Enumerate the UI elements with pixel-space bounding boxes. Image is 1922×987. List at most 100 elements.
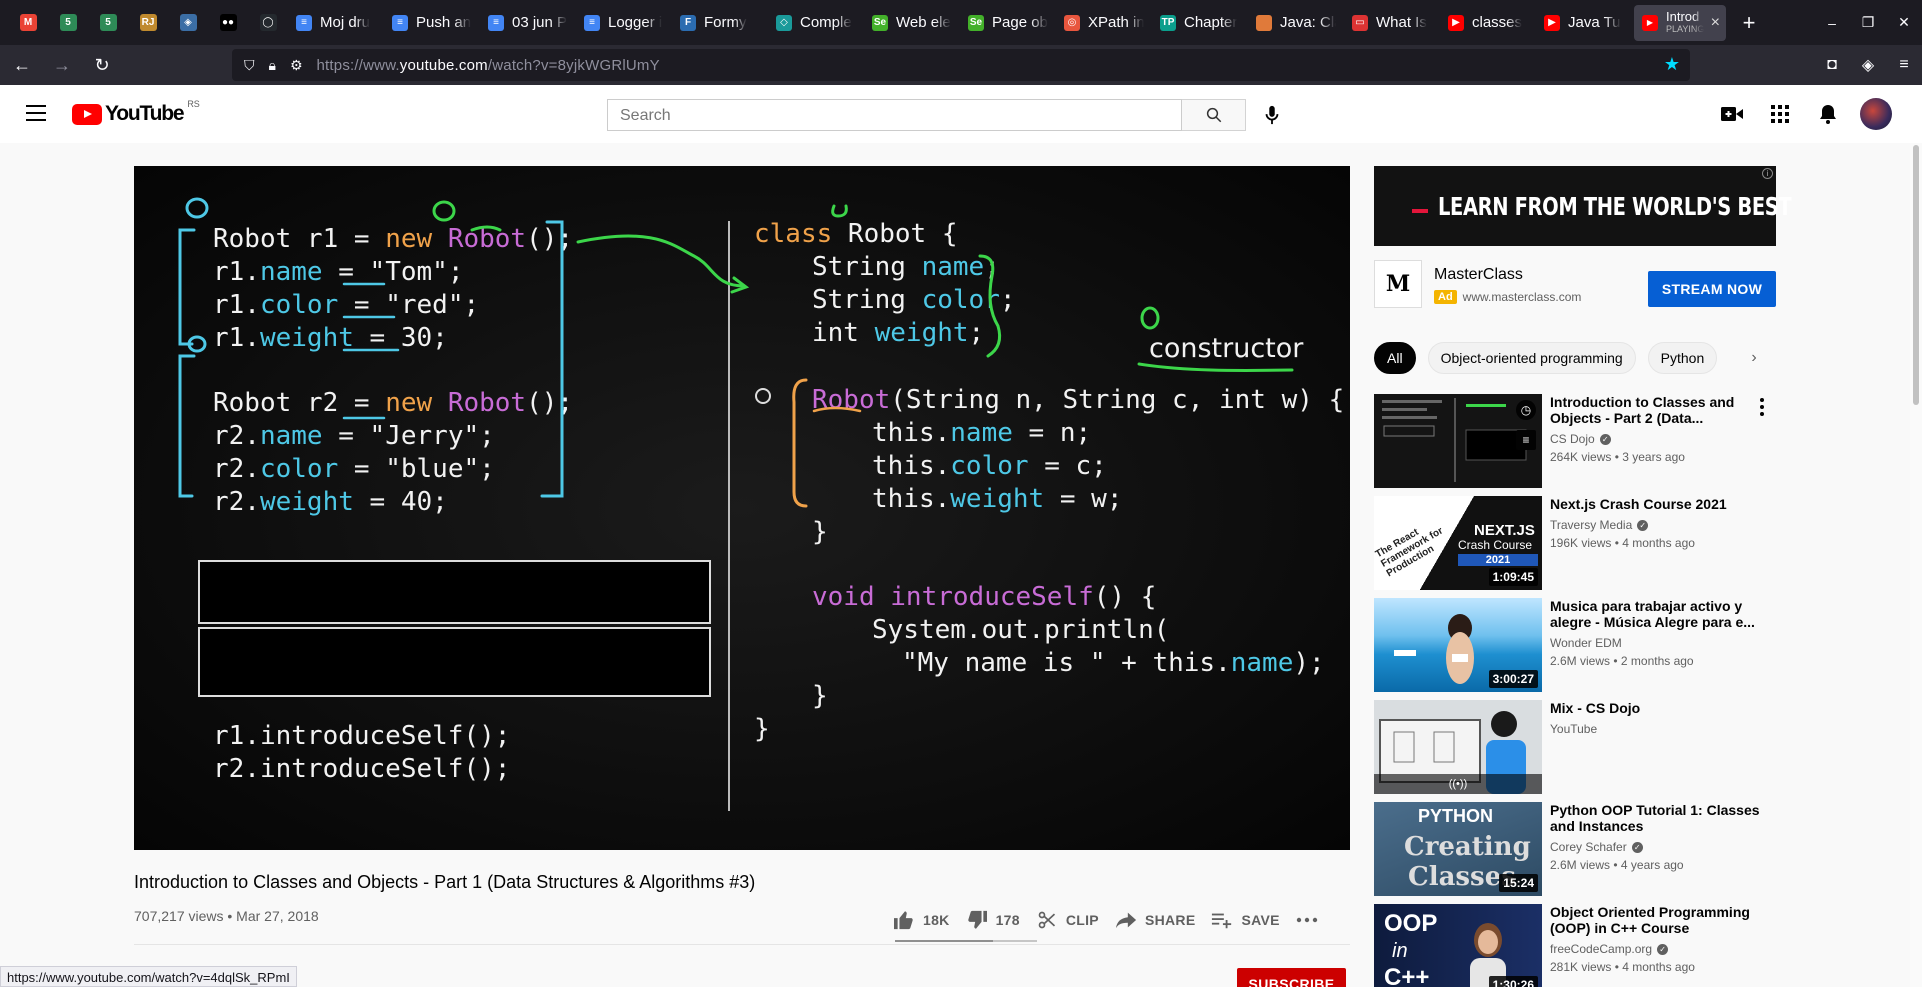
- tab-item[interactable]: Java: Cla: [1248, 0, 1344, 45]
- extension-icon[interactable]: ◈: [1850, 55, 1886, 75]
- tab-item[interactable]: ▭ What Is: [1344, 0, 1440, 45]
- tab-active-youtube[interactable]: ▶ Introd PLAYING ×: [1634, 4, 1726, 41]
- tab-item[interactable]: ▶ Java Tu: [1536, 0, 1632, 45]
- rec-title[interactable]: Mix - CS Dojo: [1550, 700, 1762, 716]
- forward-arrow-icon[interactable]: →: [44, 47, 80, 83]
- list-item[interactable]: ((•)) Mix - CS Dojo YouTube: [1374, 700, 1774, 794]
- rec-channel[interactable]: Wonder EDM: [1550, 636, 1762, 650]
- thumbnail[interactable]: ◷ ≡: [1374, 394, 1542, 488]
- pinned-tab[interactable]: 5: [88, 0, 128, 45]
- thumbnail[interactable]: 3:00:27: [1374, 598, 1542, 692]
- restore-icon[interactable]: ❐: [1850, 0, 1886, 45]
- close-tab-icon[interactable]: ×: [1711, 14, 1720, 32]
- pinned-tab[interactable]: 5: [48, 0, 88, 45]
- tab-item[interactable]: ◇ Comple: [768, 0, 864, 45]
- scrollbar-thumb[interactable]: [1913, 145, 1919, 405]
- stream-now-button[interactable]: STREAM NOW: [1648, 271, 1776, 307]
- tab-item[interactable]: ▶ classes: [1440, 0, 1536, 45]
- clip-button[interactable]: CLIP: [1036, 910, 1099, 930]
- ad-banner[interactable]: LEARN FROM THE WORLD'S BEST i: [1374, 166, 1792, 246]
- watch-later-icon[interactable]: ◷: [1516, 400, 1536, 420]
- close-window-icon[interactable]: ✕: [1886, 0, 1922, 45]
- like-button[interactable]: 18K: [893, 910, 950, 930]
- list-item[interactable]: 3:00:27 Musica para trabajar activo y al…: [1374, 598, 1774, 692]
- guide-menu-icon[interactable]: [26, 105, 46, 121]
- page-scrollbar[interactable]: [1910, 143, 1922, 987]
- permissions-icon[interactable]: ⚙: [290, 57, 303, 74]
- apps-button[interactable]: [1756, 94, 1804, 134]
- rec-channel[interactable]: Corey Schafer ✓: [1550, 840, 1762, 854]
- more-actions-button[interactable]: [1296, 917, 1326, 923]
- dislike-button[interactable]: 178: [966, 910, 1020, 930]
- tab-item[interactable]: ≡ Push an: [384, 0, 480, 45]
- rec-channel[interactable]: CS Dojo ✓: [1550, 432, 1762, 446]
- tab-item[interactable]: ◎ XPath in: [1056, 0, 1152, 45]
- avatar[interactable]: [1860, 98, 1892, 130]
- back-arrow-icon[interactable]: ←: [4, 47, 40, 83]
- rec-title[interactable]: Musica para trabajar activo y alegre - M…: [1550, 598, 1762, 630]
- pinned-tabs: M 5 5 RJ ◈ ●● ◯: [0, 0, 288, 45]
- reload-icon[interactable]: ↻: [84, 47, 120, 83]
- rec-title[interactable]: Introduction to Classes and Objects - Pa…: [1550, 394, 1762, 426]
- save-button[interactable]: SAVE: [1211, 910, 1279, 930]
- more-vertical-icon[interactable]: [1760, 398, 1764, 416]
- add-to-queue-icon[interactable]: ≡: [1516, 430, 1536, 450]
- youtube-logo[interactable]: YouTube RS: [72, 99, 200, 126]
- search-input[interactable]: Search: [607, 99, 1182, 131]
- tab-item[interactable]: TP Chapter: [1152, 0, 1248, 45]
- minimize-icon[interactable]: –: [1814, 0, 1850, 45]
- ad-info-icon[interactable]: i: [1762, 168, 1773, 179]
- tab-item[interactable]: F Formy: [672, 0, 768, 45]
- rec-channel[interactable]: Traversy Media ✓: [1550, 518, 1762, 532]
- list-item[interactable]: PYTHON Creating Classes 15:24 Python OOP…: [1374, 802, 1774, 896]
- rec-channel[interactable]: YouTube: [1550, 722, 1762, 736]
- medium-icon: ●●: [219, 14, 237, 31]
- pinned-tab[interactable]: ◈: [168, 0, 208, 45]
- tab-item[interactable]: ≡ Moj dru: [288, 0, 384, 45]
- active-tab-playing: PLAYING: [1666, 23, 1705, 34]
- list-item[interactable]: ◷ ≡ Introduction to Classes and Objects …: [1374, 394, 1774, 488]
- thumbnail[interactable]: ((•)): [1374, 700, 1542, 794]
- share-button[interactable]: SHARE: [1115, 910, 1196, 930]
- thumbnail[interactable]: OOP in C++ 1:30:26: [1374, 904, 1542, 987]
- shield-icon[interactable]: ⛉: [244, 57, 255, 74]
- chip-all[interactable]: All: [1374, 342, 1416, 374]
- pinned-tab[interactable]: M: [8, 0, 48, 45]
- chip-oop[interactable]: Object-oriented programming: [1427, 342, 1636, 374]
- chevron-right-icon[interactable]: ›: [1742, 346, 1766, 370]
- menu-icon[interactable]: ≡: [1886, 56, 1922, 74]
- new-tab-button[interactable]: +: [1728, 0, 1770, 45]
- bell-icon: [1820, 105, 1836, 124]
- tab-item[interactable]: Se Page ob: [960, 0, 1056, 45]
- search-placeholder: Search: [620, 107, 671, 124]
- create-video-button[interactable]: [1708, 94, 1756, 134]
- lock-icon[interactable]: 🔒︎: [269, 57, 276, 74]
- url-text[interactable]: https://www.youtube.com/watch?v=8yjkWGRl…: [317, 57, 660, 74]
- chip-python[interactable]: Python: [1647, 342, 1718, 374]
- bookmark-star-icon[interactable]: ★: [1664, 54, 1680, 75]
- address-bar[interactable]: ⛉ 🔒︎ ⚙ https://www.youtube.com/watch?v=8…: [232, 49, 1690, 81]
- video-player[interactable]: Robot r1 = new Robot(); r1.name = "Tom";…: [134, 166, 1350, 850]
- rec-title[interactable]: Object Oriented Programming (OOP) in C++…: [1550, 904, 1762, 936]
- search-button[interactable]: [1182, 99, 1246, 131]
- voice-search-button[interactable]: [1258, 101, 1286, 129]
- list-item[interactable]: The React Framework for Production NEXT.…: [1374, 496, 1774, 590]
- thumbnail[interactable]: The React Framework for Production NEXT.…: [1374, 496, 1542, 590]
- list-item[interactable]: OOP in C++ 1:30:26 Object Oriented Progr…: [1374, 904, 1774, 987]
- rec-channel[interactable]: freeCodeCamp.org ✓: [1550, 942, 1762, 956]
- tab-item[interactable]: Se Web ele: [864, 0, 960, 45]
- pinned-tab[interactable]: RJ: [128, 0, 168, 45]
- notifications-button[interactable]: [1804, 94, 1852, 134]
- subscribe-button[interactable]: SUBSCRIBE: [1237, 968, 1346, 987]
- tab-item[interactable]: ≡ Logger i: [576, 0, 672, 45]
- ad-advertiser[interactable]: MasterClass: [1434, 266, 1523, 284]
- thumbnail[interactable]: PYTHON Creating Classes 15:24: [1374, 802, 1542, 896]
- pinned-tab[interactable]: ●●: [208, 0, 248, 45]
- rec-title[interactable]: Python OOP Tutorial 1: Classes and Insta…: [1550, 802, 1762, 834]
- meta-divider: [134, 944, 1350, 945]
- tab-item[interactable]: ≡ 03 jun P: [480, 0, 576, 45]
- pinned-tab[interactable]: ◯: [248, 0, 288, 45]
- masterclass-logo[interactable]: M: [1374, 260, 1422, 308]
- rec-title[interactable]: Next.js Crash Course 2021: [1550, 496, 1762, 512]
- pocket-icon[interactable]: ◘: [1814, 56, 1850, 74]
